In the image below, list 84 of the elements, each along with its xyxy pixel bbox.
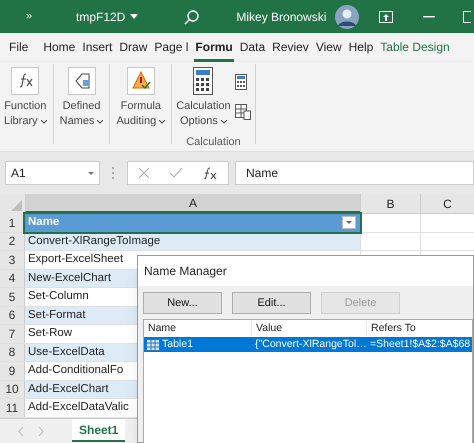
table-icon [146,338,160,350]
value-cell-text: {"Convert-XlRangeTol… [254,336,366,352]
ribbon-button[interactable]: Defined Names [60,67,104,129]
sheet-calculator-icon [234,104,251,120]
list-column-header[interactable]: Value [251,320,366,336]
next-sheet-icon [38,427,44,436]
table-cell-text: New-ExcelChart [28,270,112,286]
avatar-icon [335,4,360,28]
overflow-button[interactable]: » [22,8,36,25]
ribbon-tab[interactable]: View [314,35,343,62]
row-header[interactable]: 1 [0,214,25,232]
calculation-options-button[interactable]: Calculation Options [176,64,231,129]
previous-sheet-icon [18,427,24,436]
row-header[interactable]: 8 [0,344,25,361]
table-cell-text: Set-Row [28,326,72,342]
group-label: Calculation [186,135,241,150]
grip-icon [112,167,115,179]
ribbon-tab[interactable]: Reviev [271,35,310,62]
ribbon-tab[interactable]: Page l [153,35,190,62]
row-header[interactable]: 5 [0,288,25,306]
chevron-icon [97,120,104,124]
ribbon-button[interactable]: Function Library [4,67,47,129]
refers-to-cell-text: =Sheet1!$A$2:$A$68 [369,336,472,352]
table-cell-text: Set-Column [28,289,89,304]
row-header[interactable]: 2 [0,232,25,250]
ribbon-tab[interactable]: Table Design [379,35,451,62]
column-header[interactable]: C [420,194,474,213]
table-cell-text: Use-ExcelData [28,344,105,360]
row-header[interactable]: 7 [0,325,25,342]
table-header-cell-text: Name [28,215,60,230]
dialog-title: Name Manager [144,263,227,280]
table-cell-text: Add-ConditionalFo [28,363,124,378]
list-column-header[interactable]: Refers To [366,320,472,336]
tag-icon [68,67,96,95]
filter-dropdown[interactable] [342,216,356,229]
row-header[interactable]: 9 [0,362,25,380]
minimize-icon [423,16,436,18]
ribbon-tab[interactable]: Home [42,35,76,62]
table-cell-text: Export-ExcelSheet [28,252,124,268]
close-icon [138,168,149,178]
name-cell-text: Table1 [162,336,193,352]
name-row[interactable]: Table1 {"Convert-XlRangeTol… =Sheet1!$A$2:$A$68 [144,337,472,352]
function-icon [11,67,40,95]
sheet-tab[interactable]: Sheet1 [72,419,126,442]
maximize-icon [463,10,472,22]
ribbon-tab[interactable]: Insert [81,35,114,62]
ribbon-button[interactable]: Formula Auditing [116,67,166,129]
row-header[interactable]: 10 [0,380,25,398]
ribbon-display-icon [379,10,394,22]
table-cell-text: Add-ExcelDataValic [28,400,129,416]
list-column-header[interactable]: Name [144,320,251,336]
function-icon [203,167,218,179]
dialog-button[interactable]: Edit... [232,292,311,314]
calculate-sheet-button[interactable] [234,104,251,120]
ribbon-tab[interactable]: Data [238,35,266,62]
ribbon-tab[interactable]: Help [348,35,374,62]
search-icon [184,8,200,24]
caret-icon [130,14,138,19]
dialog-button[interactable]: New... [143,292,222,314]
row-header[interactable]: 6 [0,306,25,324]
row-header[interactable]: 4 [0,270,25,287]
user-name: Mikey Bronowski [236,8,326,26]
table-cell-text: Convert-XlRangeToImage [28,234,160,249]
check-icon [170,168,182,178]
row-header[interactable]: 11 [0,399,25,416]
row-header[interactable]: 3 [0,251,25,268]
caret-icon [88,172,94,174]
names-list[interactable]: Name Value Refers To Table1 {"Convert-XlRangeTol… =Sheet1!$A$2:$A$68 [143,319,473,443]
calculator-icon [234,74,247,90]
insert-function-button[interactable] [203,167,218,179]
column-header[interactable]: A [25,194,360,213]
file-name-button[interactable]: tmpF12D [76,8,138,26]
ribbon-tab[interactable]: Draw [118,35,148,62]
table-cell-text: Set-Format [28,308,86,323]
chevron-icon [159,120,166,124]
calculator-icon [193,67,214,95]
caret-icon [346,221,352,224]
name-box[interactable]: A1 [5,161,100,185]
ribbon-tab[interactable]: File [8,35,30,62]
formula-input[interactable]: Name [235,161,474,185]
warning-icon [126,67,155,95]
chevron-icon [220,120,227,124]
table-cell-text: Add-ExcelChart [28,382,109,397]
chevron-icon [40,120,47,124]
